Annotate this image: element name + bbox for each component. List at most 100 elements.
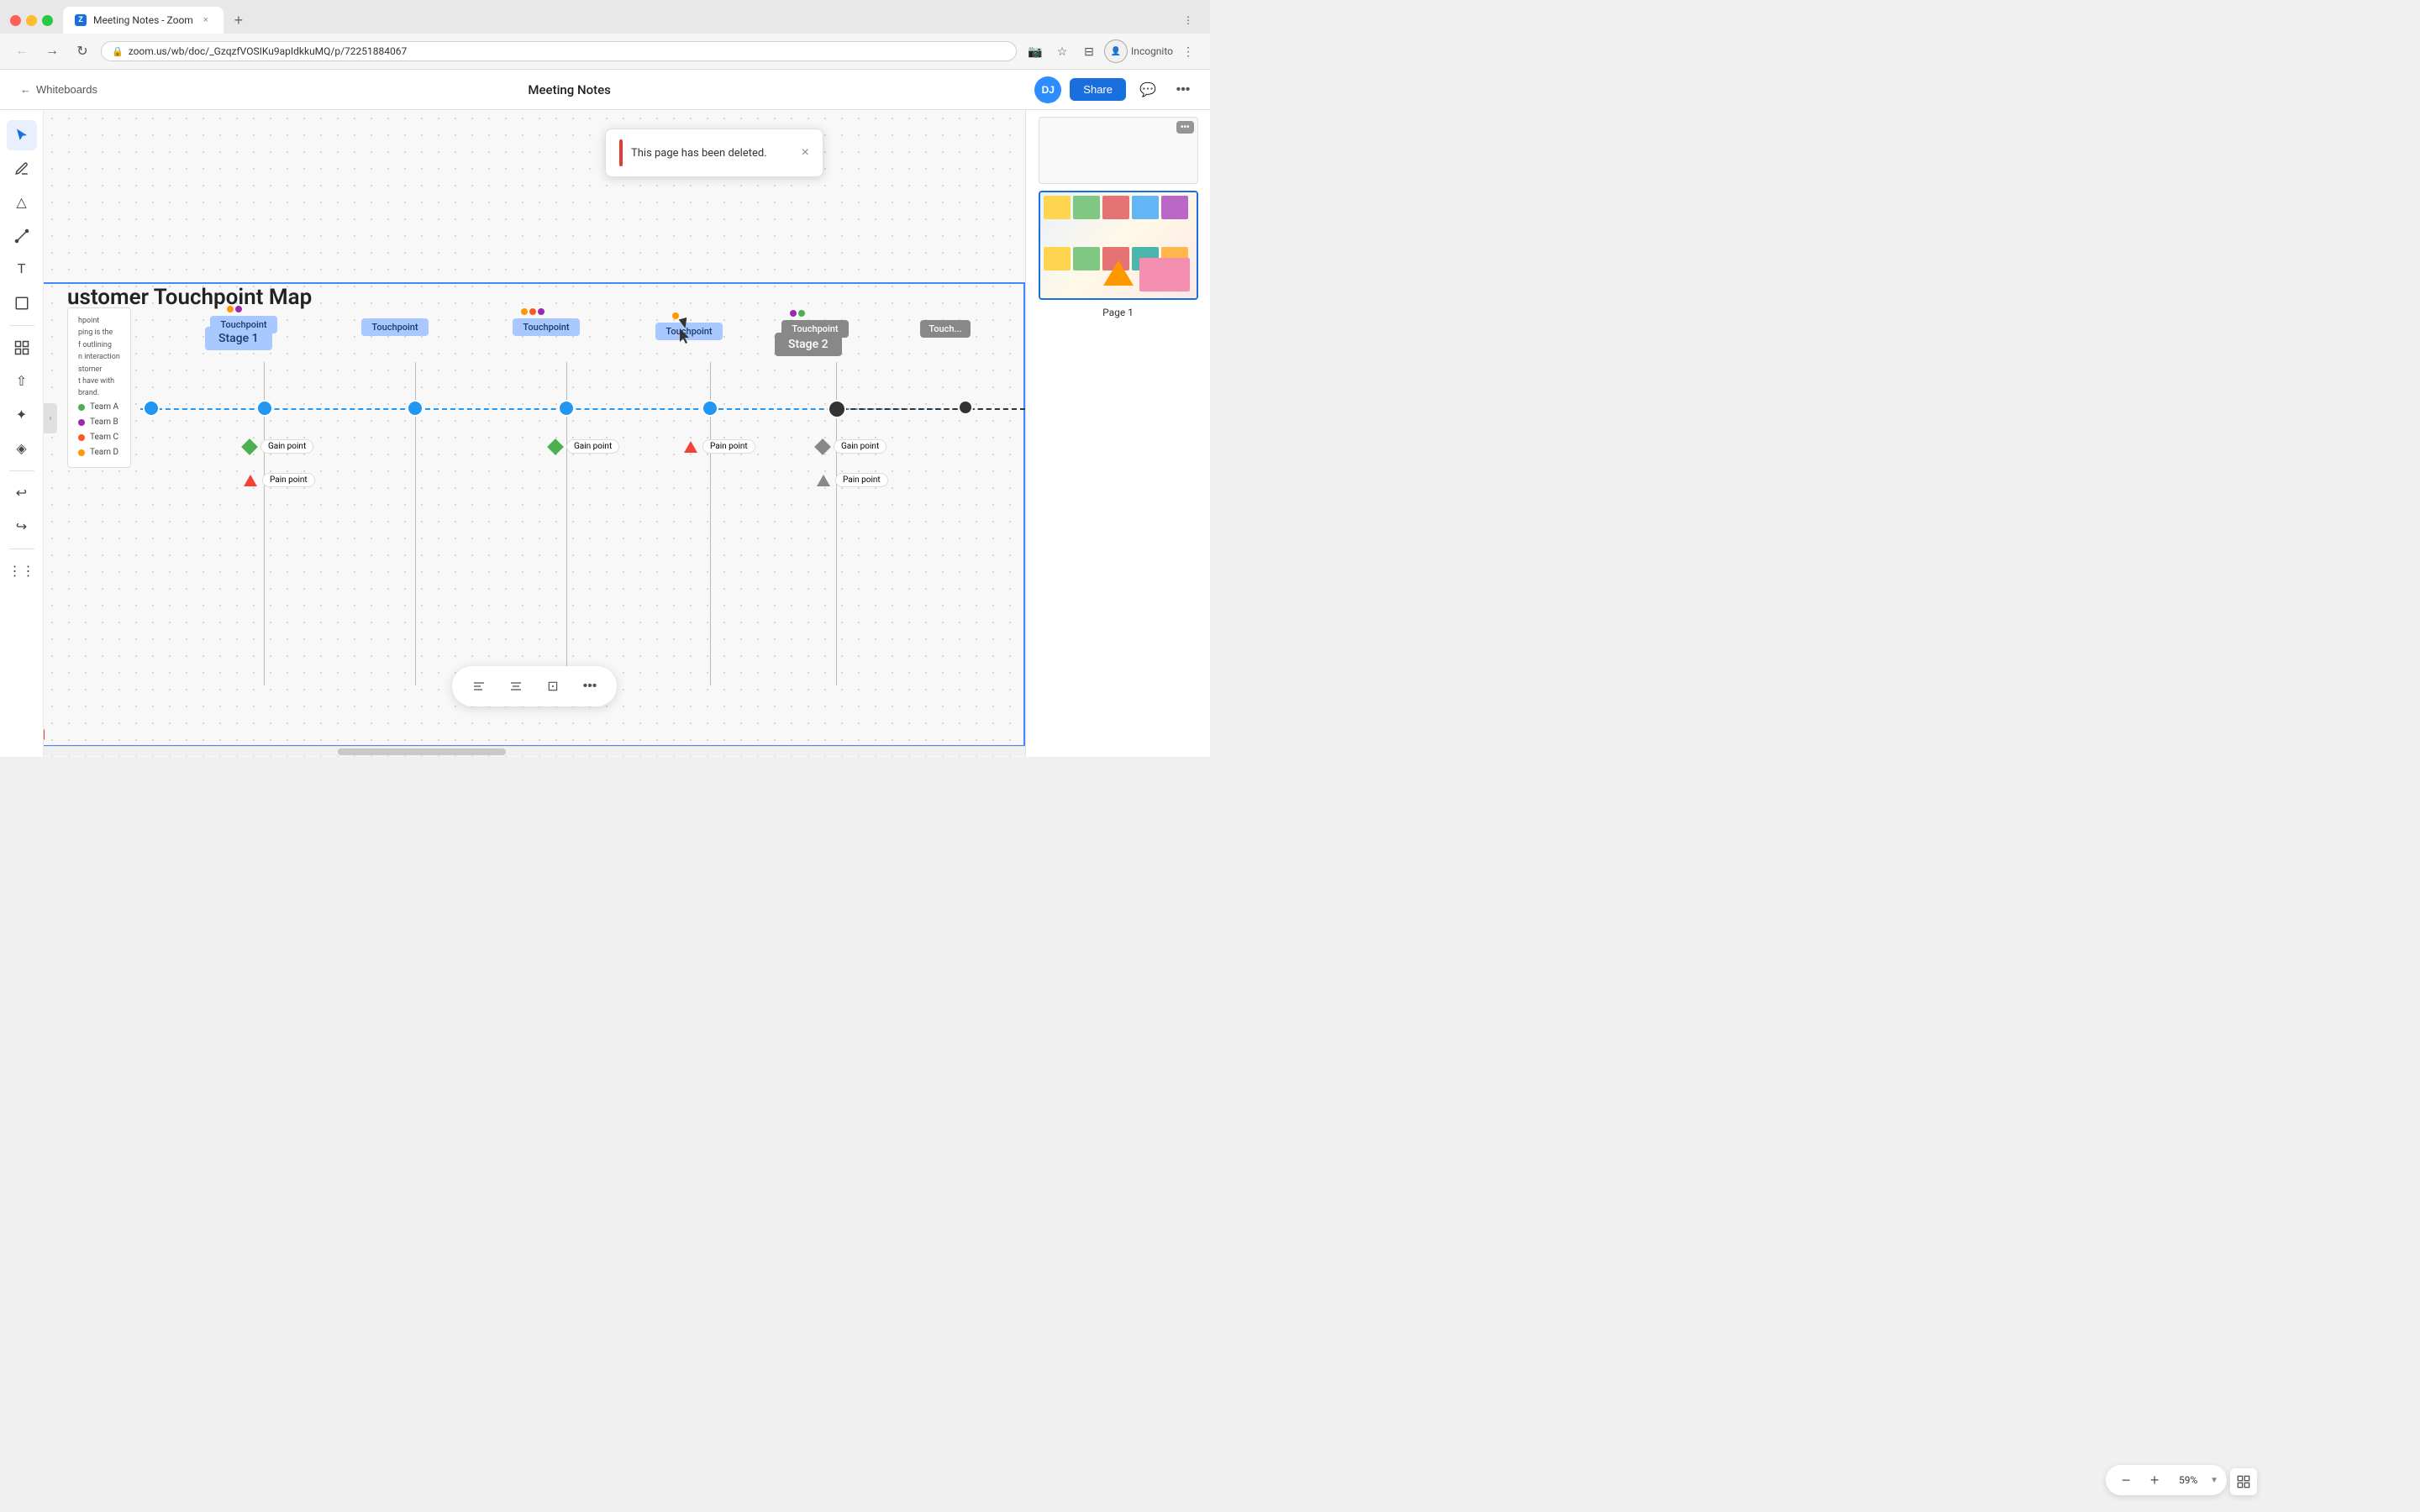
journey-dot-3	[558, 400, 575, 417]
user-avatar-button[interactable]: DJ	[1034, 76, 1061, 103]
blank-page-thumbnail[interactable]: •••	[1039, 117, 1198, 184]
gain-label-1: Gain point	[260, 439, 313, 454]
touchpoint-2: Touchpoint	[361, 318, 429, 336]
toolbar-divider	[9, 325, 34, 326]
camera-off-icon[interactable]: 📷	[1023, 39, 1047, 63]
journey-dot-4	[702, 400, 718, 417]
browser-actions: 📷 ☆ ⊟ 👤 Incognito ⋮	[1023, 39, 1200, 63]
more-options-button[interactable]: •••	[1170, 76, 1197, 103]
tp5-team-a	[798, 310, 805, 317]
scrollbar-thumb[interactable]	[338, 748, 506, 755]
tab-title: Meeting Notes - Zoom	[93, 14, 193, 26]
back-to-whiteboards-button[interactable]: ← Whiteboards	[13, 78, 104, 101]
comment-button[interactable]: 💬	[1134, 76, 1161, 103]
share-button[interactable]: Share	[1070, 78, 1126, 101]
reload-button[interactable]: ↻	[71, 39, 94, 63]
team-b-label: Team B	[90, 415, 118, 430]
url-bar[interactable]: 🔒 zoom.us/wb/doc/_GzqzfVOSIKu9apIdkkuMQ/…	[101, 41, 1017, 61]
scrollbar-area[interactable]	[44, 746, 1025, 756]
align-left-button[interactable]	[466, 673, 492, 700]
select-tool-button[interactable]	[7, 120, 37, 150]
close-button[interactable]	[10, 15, 21, 26]
line-tool-button[interactable]	[7, 221, 37, 251]
pain-point-2: Pain point	[684, 439, 755, 454]
forward-nav-button[interactable]: →	[40, 39, 64, 63]
frame-button[interactable]: ⊡	[539, 673, 566, 700]
header-actions: DJ Share 💬 •••	[1034, 76, 1197, 103]
pencil-tool-button[interactable]	[7, 154, 37, 184]
journey-dot-1	[256, 400, 273, 417]
maximize-button[interactable]	[42, 15, 53, 26]
rectangle-tool-button[interactable]	[7, 288, 37, 318]
journey-dot-2	[407, 400, 424, 417]
touchpoint-1: Touchpoint	[210, 316, 277, 333]
active-tab[interactable]: Z Meeting Notes - Zoom ×	[63, 7, 224, 34]
toolbar-divider-2	[9, 470, 34, 471]
tab-close-button[interactable]: ×	[200, 14, 212, 26]
journey-line-black	[834, 408, 1025, 410]
bottom-toolbar: ⊡ •••	[452, 666, 617, 706]
eraser-tool-button[interactable]: ◈	[7, 433, 37, 464]
menu-icon[interactable]: ⋮	[1176, 39, 1200, 63]
url-text: zoom.us/wb/doc/_GzqzfVOSIKu9apIdkkuMQ/p/…	[129, 45, 1006, 57]
fit-to-screen-button[interactable]	[2230, 1468, 2257, 1495]
toast-accent	[619, 139, 623, 166]
address-bar: ← → ↻ 🔒 zoom.us/wb/doc/_GzqzfVOSIKu9apId…	[0, 34, 1210, 69]
extensions-button[interactable]: ⋮	[1176, 8, 1200, 32]
team-b-indicator	[235, 306, 242, 312]
team-c-label: Team C	[90, 430, 118, 445]
bookmark-icon[interactable]: ☆	[1050, 39, 1074, 63]
undo-button[interactable]: ↩	[7, 478, 37, 508]
minimize-button[interactable]	[26, 15, 37, 26]
profile-button[interactable]: 👤	[1104, 39, 1128, 63]
gain-point-1: Gain point	[244, 439, 313, 454]
right-panel: ••• Pag	[1025, 110, 1210, 757]
zoom-controls: − + 59% ▼	[2106, 1465, 2227, 1495]
back-arrow-icon: ←	[20, 83, 31, 96]
page-thumbnail[interactable]	[1039, 191, 1198, 300]
shapes-tool-button[interactable]: △	[7, 187, 37, 218]
pain-triangle-3	[817, 475, 830, 486]
frames-tool-button[interactable]	[7, 333, 37, 363]
touchpoint-3: Touchpoint	[513, 318, 580, 336]
grid-button[interactable]: ⋮⋮	[7, 556, 37, 586]
team-a-label: Team A	[90, 400, 118, 415]
journey-dot-5	[828, 400, 846, 418]
legend-team-d: Team D	[78, 445, 120, 460]
magic-tool-button[interactable]: ✦	[7, 400, 37, 430]
app-header: ← Whiteboards Meeting Notes DJ Share 💬 •…	[0, 70, 1210, 110]
left-toolbar: △ T ⇧ ✦ ◈ ↩ ↪ ⋮⋮	[0, 110, 44, 757]
back-label: Whiteboards	[36, 83, 97, 96]
canvas-area[interactable]: ustomer Touchpoint Map hpointping is the…	[44, 110, 1025, 757]
tp3-team-d	[521, 308, 528, 315]
tab-bar: Z Meeting Notes - Zoom × + ⋮	[0, 0, 1210, 34]
split-view-icon[interactable]: ⊟	[1077, 39, 1101, 63]
gain-label-2: Gain point	[566, 439, 619, 454]
gain-point-3: Gain point	[817, 439, 886, 454]
diagram-title: ustomer Touchpoint Map	[67, 285, 312, 310]
tab-favicon: Z	[75, 14, 87, 26]
main-layout: △ T ⇧ ✦ ◈ ↩ ↪ ⋮⋮ ustomer Touchpoint Map	[0, 110, 1210, 757]
toast-message: This page has been deleted.	[631, 147, 767, 160]
text-tool-button[interactable]: T	[7, 255, 37, 285]
legend-team-a: Team A	[78, 400, 120, 415]
zoom-in-button[interactable]: +	[2143, 1468, 2166, 1492]
tp5-team-b	[790, 310, 797, 317]
back-nav-button[interactable]: ←	[10, 39, 34, 63]
toast-close-button[interactable]: ×	[802, 145, 809, 160]
upload-tool-button[interactable]: ⇧	[7, 366, 37, 396]
tp3-team-c	[529, 308, 536, 315]
new-tab-button[interactable]: +	[227, 8, 250, 32]
blank-page-more-button[interactable]: •••	[1176, 121, 1194, 134]
canvas-border-right	[1023, 282, 1025, 747]
zoom-dropdown-icon: ▼	[2210, 1476, 2218, 1485]
collapse-handle[interactable]: ‹	[44, 403, 57, 433]
zoom-level-display[interactable]: 59%	[2171, 1474, 2205, 1486]
align-center-button[interactable]	[502, 673, 529, 700]
zoom-out-button[interactable]: −	[2114, 1468, 2138, 1492]
redo-button[interactable]: ↪	[7, 512, 37, 542]
legend-team-c: Team C	[78, 430, 120, 445]
legend-team-b: Team B	[78, 415, 120, 430]
page-title: Meeting Notes	[104, 82, 1034, 97]
more-toolbar-button[interactable]: •••	[576, 673, 603, 700]
